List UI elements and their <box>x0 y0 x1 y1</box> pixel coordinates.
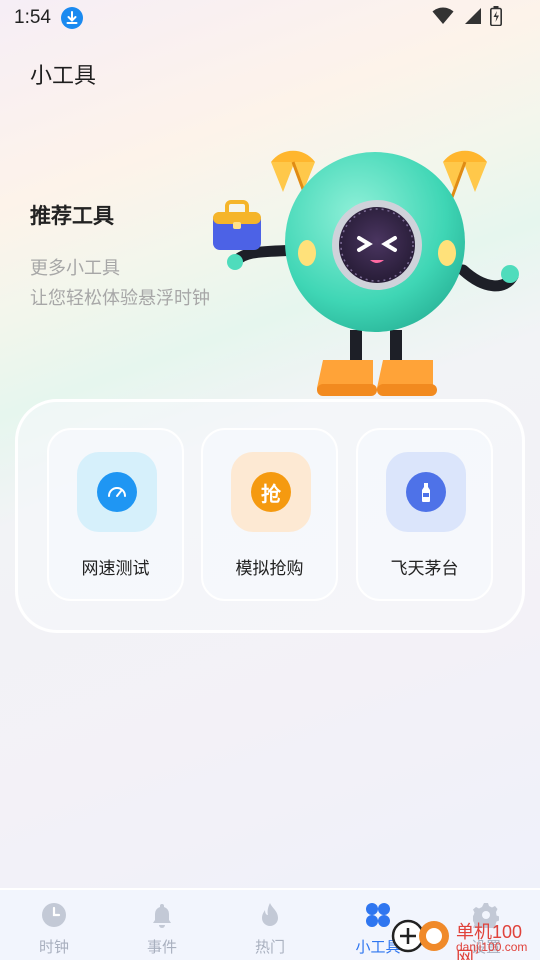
hero-title: 推荐工具 <box>30 204 114 228</box>
bottle-icon <box>406 472 446 512</box>
rush-buy-icon: 抢 <box>251 472 291 512</box>
tab-clock[interactable]: 时钟 <box>0 890 108 960</box>
tool-card-maotai[interactable]: 飞天茅台 <box>356 428 493 601</box>
tab-events[interactable]: 事件 <box>108 890 216 960</box>
watermark-url: danji100.com <box>456 940 528 954</box>
download-icon <box>60 7 83 29</box>
status-time: 1:54 <box>14 7 51 28</box>
clock-icon <box>41 902 67 932</box>
battery-icon <box>490 6 502 30</box>
speedometer-icon <box>97 472 137 512</box>
tool-label: 飞天茅台 <box>390 559 459 579</box>
tab-label: 事件 <box>146 938 177 956</box>
cellular-signal-icon <box>462 7 482 29</box>
flame-icon <box>257 902 283 932</box>
wifi-icon <box>432 7 454 29</box>
tab-label: 时钟 <box>38 938 69 956</box>
hero-subtitle: 更多小工具 <box>30 258 120 279</box>
page-title: 小工具 <box>30 64 97 89</box>
robot-mascot-illustration <box>213 150 519 396</box>
watermark-logo-icon <box>391 919 449 953</box>
tool-label: 模拟抢购 <box>235 559 304 579</box>
bell-icon <box>149 902 175 932</box>
tool-icon-container <box>77 452 157 532</box>
tool-card-speed-test[interactable]: 网速测试 <box>47 428 184 601</box>
tool-icon-container <box>386 452 466 532</box>
tab-label: 热门 <box>254 938 285 956</box>
status-bar: 1:54 <box>0 0 540 36</box>
tool-label: 网速测试 <box>81 559 150 579</box>
watermark: 单机100网 danji100.com <box>390 914 540 960</box>
tab-hot[interactable]: 热门 <box>216 890 324 960</box>
hero-subtitle: 让您轻松体验悬浮时钟 <box>30 288 210 309</box>
four-leaf-icon <box>365 902 391 932</box>
tool-card-rush-buy[interactable]: 抢 模拟抢购 <box>201 428 338 601</box>
tool-icon-container: 抢 <box>231 452 311 532</box>
rush-buy-glyph: 抢 <box>261 481 281 506</box>
